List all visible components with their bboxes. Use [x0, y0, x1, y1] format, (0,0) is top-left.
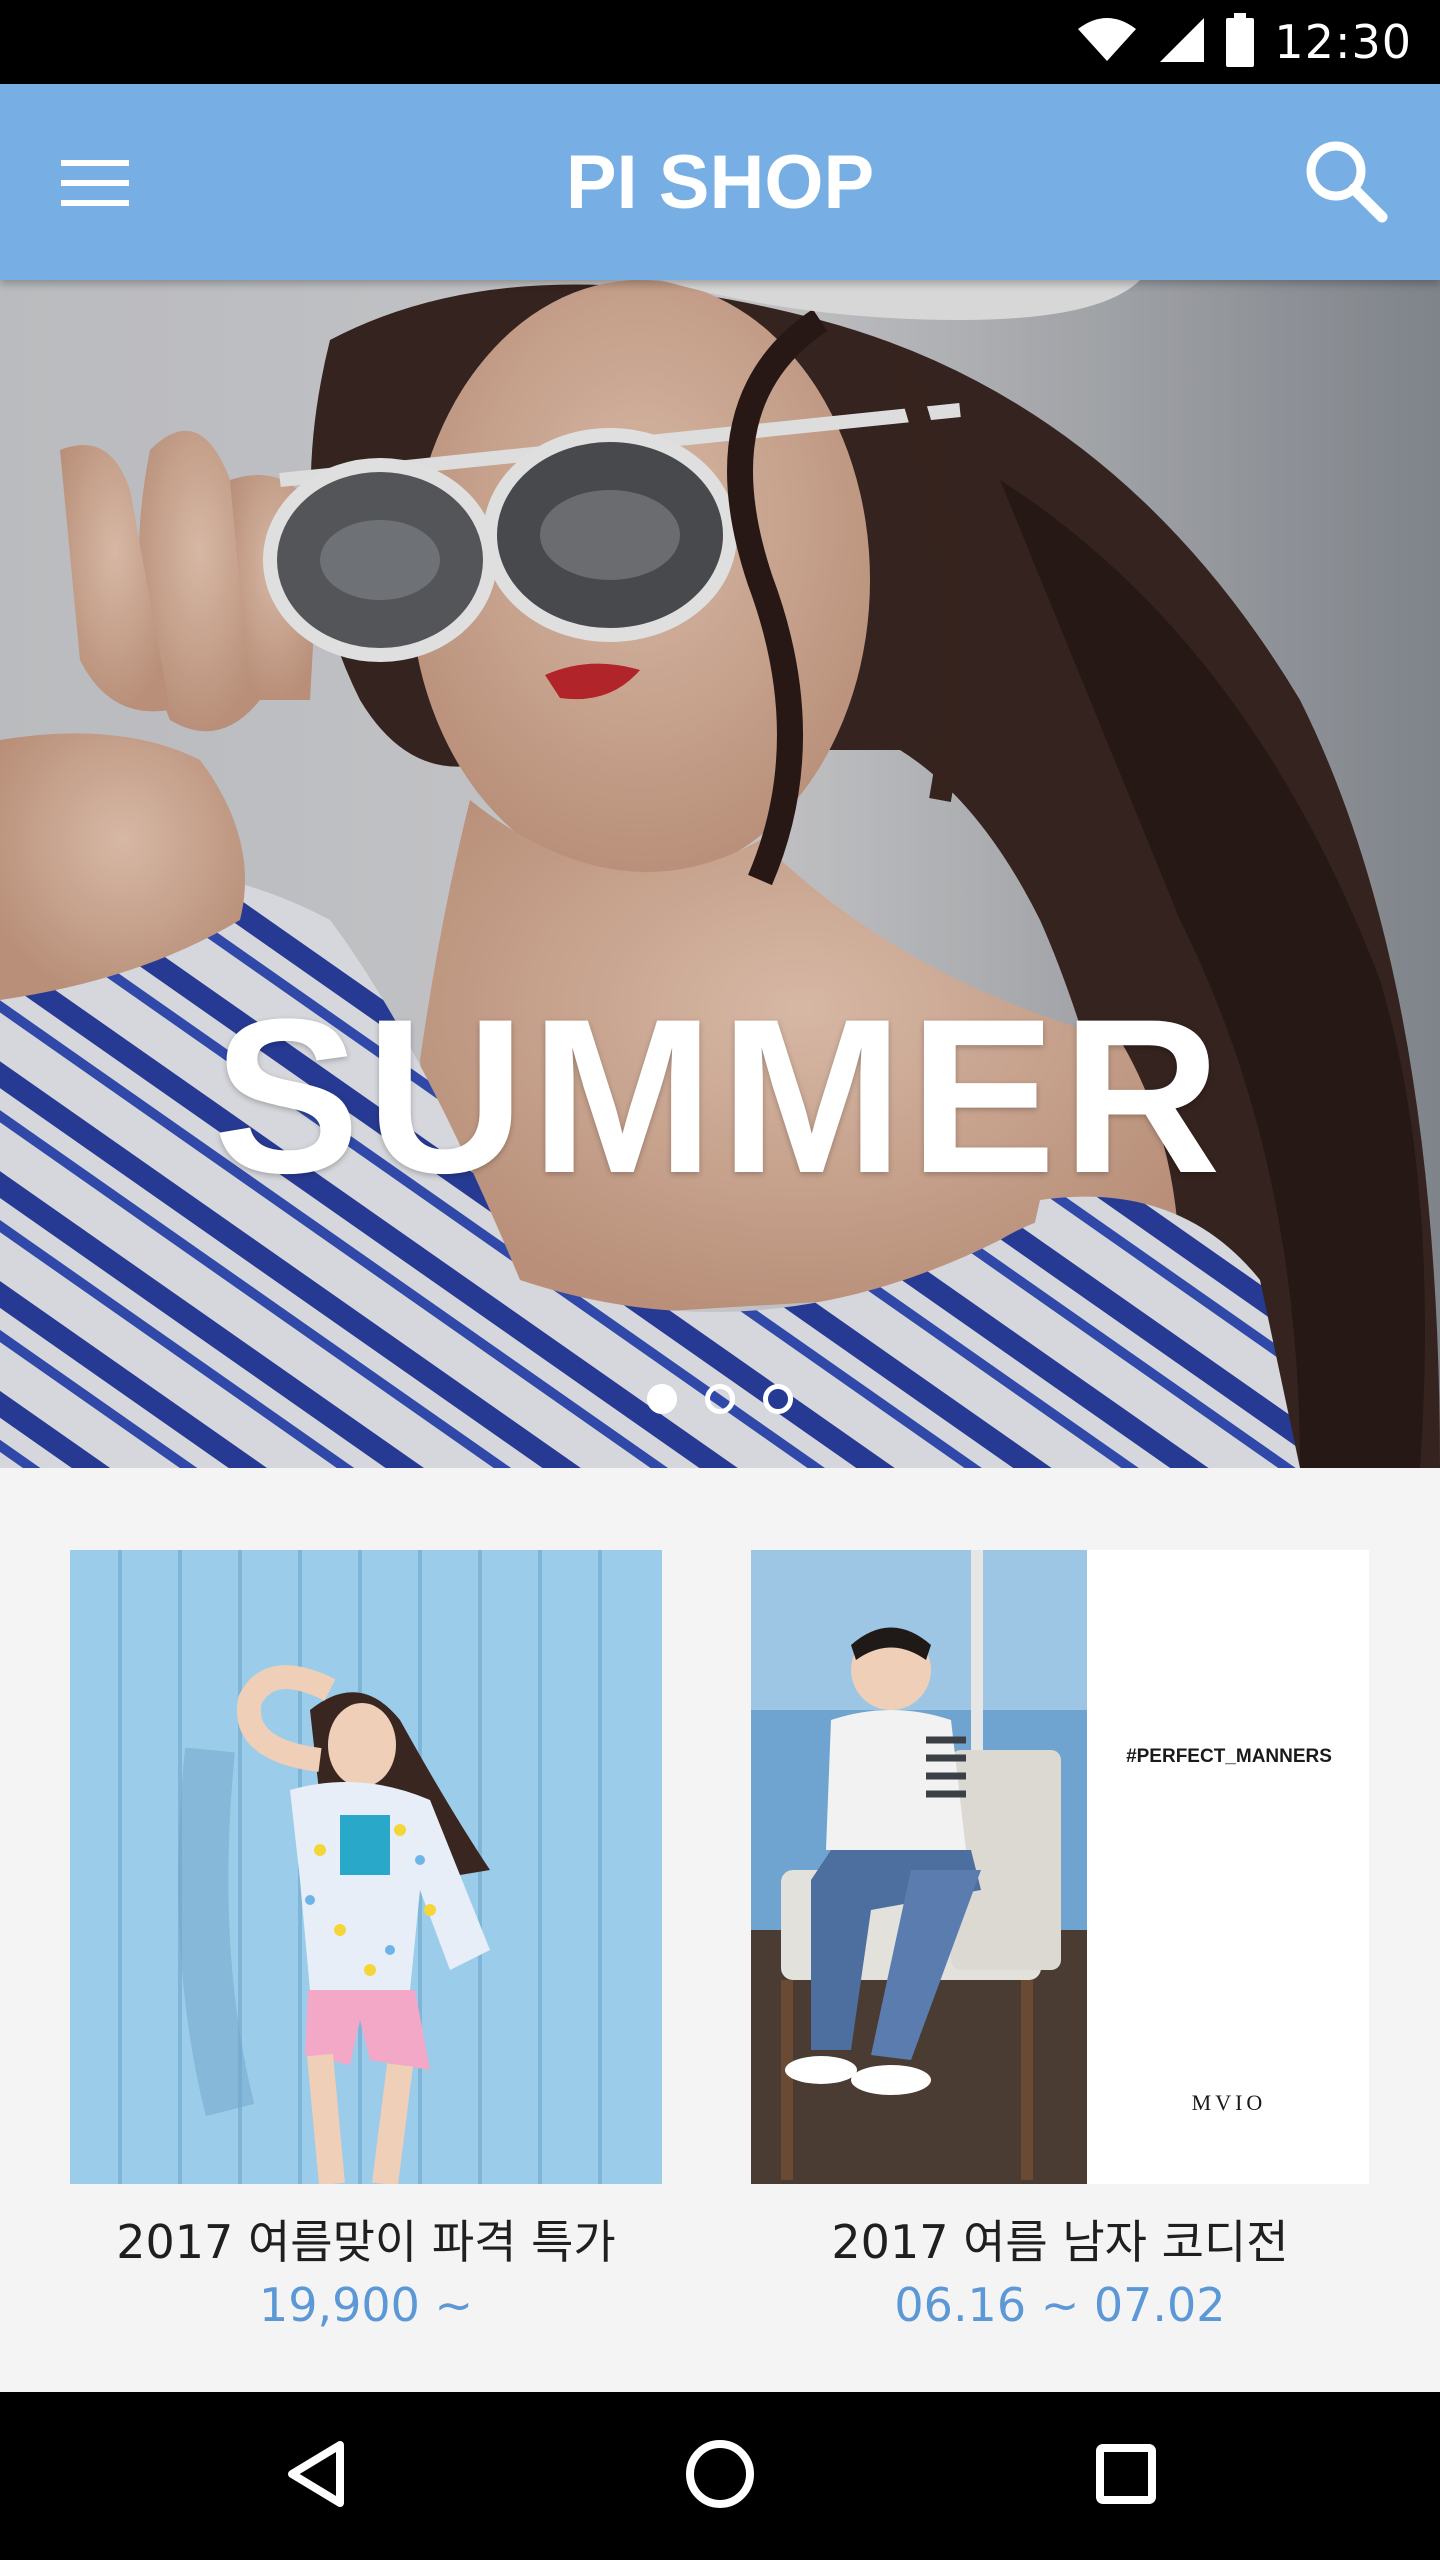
navigation-bar	[0, 2392, 1440, 2560]
home-button[interactable]	[660, 2416, 780, 2536]
status-time: 12:30	[1274, 15, 1412, 69]
carousel-dot-1[interactable]	[647, 1384, 677, 1414]
battery-icon	[1226, 13, 1255, 71]
back-icon	[284, 2439, 348, 2513]
carousel-indicator	[0, 1384, 1440, 1414]
promo-image-woman	[70, 1550, 662, 2184]
hero-image	[0, 280, 1440, 1468]
promo-card-men-coordination[interactable]: #PERFECT_MANNERS MVIO 2017 여름 남자 코디전 06.…	[751, 1550, 1369, 2332]
poster-brand-logo: MVIO	[1192, 2090, 1267, 2115]
hero-banner[interactable]: SUMMER	[0, 280, 1440, 1468]
search-icon	[1302, 137, 1388, 227]
search-button[interactable]	[1290, 132, 1400, 232]
app-bar: PI SHOP	[0, 84, 1440, 280]
promo-card-dates: 06.16 ~ 07.02	[894, 2278, 1226, 2332]
promo-card-title: 2017 여름맞이 파격 특가	[116, 2215, 616, 2269]
promo-card-title: 2017 여름 남자 코디전	[831, 2215, 1289, 2269]
status-bar: 12:30	[0, 0, 1440, 84]
carousel-dot-3[interactable]	[763, 1384, 793, 1414]
recents-button[interactable]	[1066, 2416, 1186, 2536]
hero-title: SUMMER	[213, 973, 1227, 1219]
hamburger-menu-icon	[61, 158, 129, 212]
promo-card-summer-sale[interactable]: 2017 여름맞이 파격 특가 19,900 ~	[70, 1550, 662, 2332]
status-icons: 12:30	[1076, 0, 1412, 84]
promo-card-price: 19,900 ~	[258, 2278, 474, 2332]
home-icon	[684, 2438, 756, 2514]
poster-hashtag: #PERFECT_MANNERS	[1126, 1746, 1332, 1767]
carousel-dot-2[interactable]	[705, 1384, 735, 1414]
recents-icon	[1094, 2442, 1158, 2510]
promo-image-man: #PERFECT_MANNERS MVIO	[751, 1550, 1369, 2184]
wifi-icon	[1076, 17, 1138, 67]
app-title: PI SHOP	[565, 139, 875, 225]
signal-icon	[1158, 16, 1206, 68]
back-button[interactable]	[256, 2416, 376, 2536]
menu-button[interactable]	[40, 140, 150, 230]
